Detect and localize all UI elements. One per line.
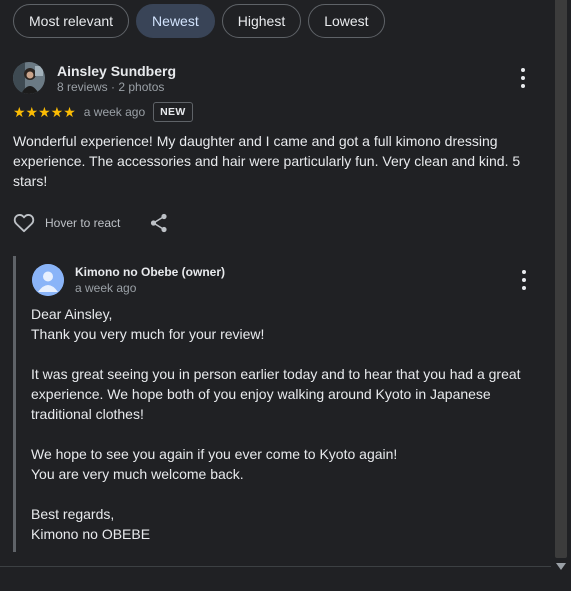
scroll-thumb[interactable] <box>555 0 567 558</box>
rating-row: ★★★★★ a week ago NEW <box>13 102 193 122</box>
reviewer-meta: 8 reviews · 2 photos <box>57 80 165 94</box>
scroll-down-arrow-icon[interactable] <box>556 563 566 570</box>
new-badge: NEW <box>153 102 193 122</box>
owner-signature: Kimono no OBEBE <box>31 526 151 542</box>
owner-closing: Best regards, <box>31 506 115 522</box>
owner-paragraph-2a: We hope to see you again if you ever com… <box>31 446 398 462</box>
owner-response-text: Dear Ainsley, Thank you very much for yo… <box>31 304 531 544</box>
reviewer-name[interactable]: Ainsley Sundberg <box>57 63 176 79</box>
review-actions: Hover to react <box>13 213 168 233</box>
chip-highest[interactable]: Highest <box>221 4 302 38</box>
owner-paragraph-2b: You are very much welcome back. <box>31 466 244 482</box>
review-time: a week ago <box>83 105 146 119</box>
reviewer-avatar[interactable] <box>13 62 45 94</box>
owner-response-time: a week ago <box>75 281 137 295</box>
owner-name: Kimono no Obebe (owner) <box>75 265 225 279</box>
share-icon[interactable] <box>150 213 168 233</box>
sort-chips: Most relevant Newest Highest Lowest <box>13 4 385 38</box>
chip-newest[interactable]: Newest <box>136 4 215 38</box>
more-vert-icon[interactable] <box>521 270 527 290</box>
heart-icon[interactable] <box>13 213 35 233</box>
owner-thanks: Thank you very much for your review! <box>31 326 265 342</box>
star-rating: ★★★★★ <box>13 103 76 120</box>
divider <box>0 566 551 567</box>
person-icon <box>32 264 64 296</box>
chip-lowest[interactable]: Lowest <box>308 4 385 38</box>
chip-most-relevant[interactable]: Most relevant <box>13 4 130 38</box>
owner-paragraph-1: It was great seeing you in person earlie… <box>31 366 521 422</box>
scrollbar[interactable] <box>551 0 571 591</box>
more-vert-icon[interactable] <box>520 68 526 88</box>
react-label[interactable]: Hover to react <box>45 216 120 230</box>
owner-response: Kimono no Obebe (owner) a week ago Dear … <box>13 256 536 552</box>
review-text: Wonderful experience! My daughter and I … <box>13 133 521 189</box>
owner-greeting: Dear Ainsley, <box>31 306 113 322</box>
